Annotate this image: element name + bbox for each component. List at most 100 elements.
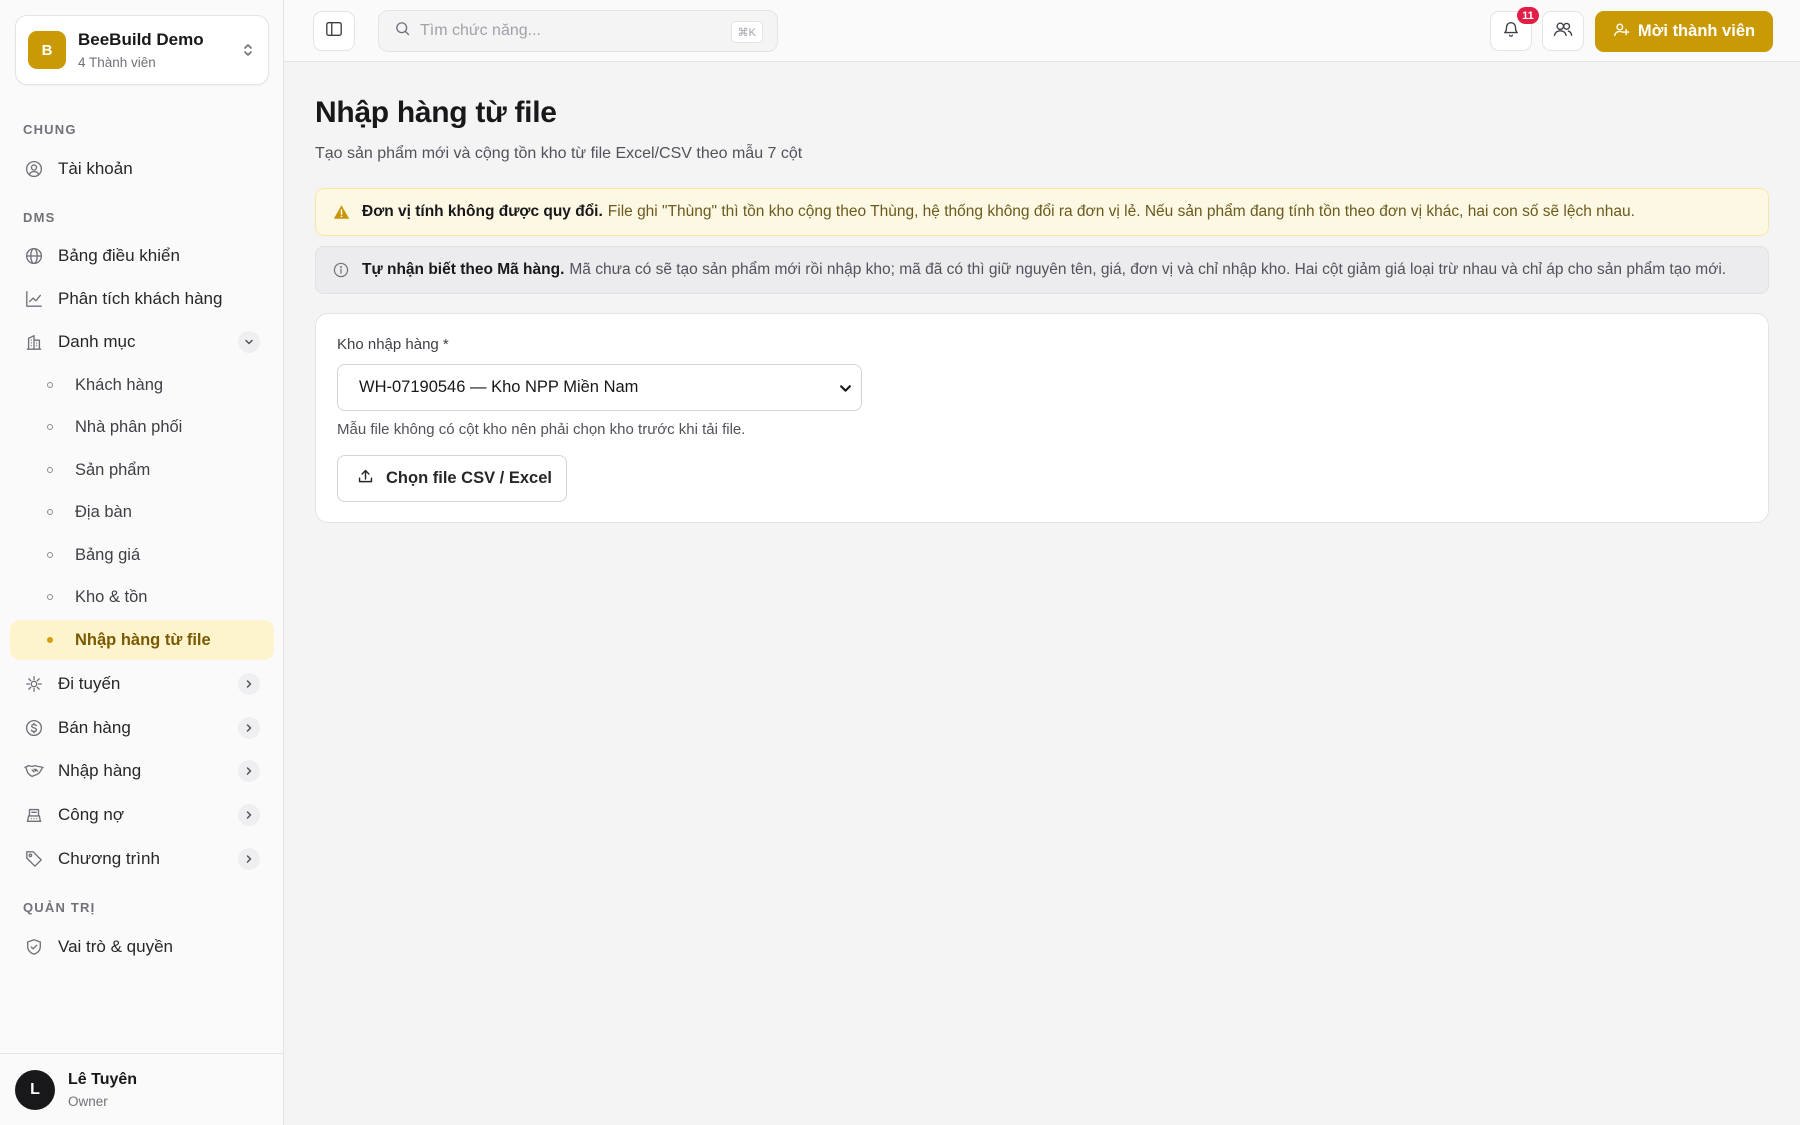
sidebar-item-label: Vai trò & quyền [58, 937, 173, 956]
sidebar-item-label: Danh mục [58, 332, 136, 351]
invite-button-label: Mời thành viên [1637, 22, 1756, 40]
alert-title: Đơn vị tính không được quy đổi. [362, 203, 603, 220]
user-name: Lê Tuyên [68, 1070, 138, 1088]
sidebar-item-label: Nhập hàng [58, 761, 142, 780]
sidebar-subitem-inventory[interactable]: Kho & tồn [10, 577, 274, 617]
upload-button-label: Chọn file CSV / Excel [386, 469, 552, 487]
sidebar-item-programs[interactable]: Chương trình [10, 839, 274, 879]
user-circle-icon [24, 159, 44, 179]
bullet-icon [47, 594, 53, 600]
page-subtitle: Tạo sản phẩm mới và cộng tồn kho từ file… [315, 145, 803, 162]
alert-text: File ghi "Thùng" thì tồn kho cộng theo T… [607, 203, 1635, 220]
chart-line-icon [24, 289, 44, 309]
workspace-switcher[interactable]: B BeeBuild Demo 4 Thành viên [15, 15, 269, 85]
chevron-right-icon[interactable] [238, 848, 260, 870]
sidebar-item-purchasing[interactable]: Nhập hàng [10, 751, 274, 791]
sidebar-item-dashboard[interactable]: Bảng điều khiển [10, 236, 274, 276]
notifications-button[interactable]: 11 [1490, 7, 1539, 51]
search-shortcut: ⌘K [730, 21, 763, 43]
sidebar-subitem-label: Bảng giá [75, 545, 141, 564]
page-title: Nhập hàng từ file [315, 96, 557, 129]
chevron-down-icon [837, 380, 853, 396]
bullet-icon [47, 637, 53, 643]
warehouse-hint: Mẫu file không có cột kho nên phải chọn … [337, 421, 746, 438]
sidebar-subitem-import-from-file[interactable]: Nhập hàng từ file [10, 620, 274, 660]
sidebar-panel-icon [325, 20, 343, 43]
import-form-card: Kho nhập hàng * WH-07190546 — Kho NPP Mi… [315, 313, 1769, 523]
sidebar-subitem-label: Kho & tồn [75, 587, 148, 606]
chevron-up-down-icon [240, 40, 256, 60]
search-input[interactable] [420, 22, 720, 40]
topbar: ⌘K 11 Mời thành viên [284, 0, 1800, 62]
sidebar-item-roles[interactable]: Vai trò & quyền [10, 927, 274, 967]
bullet-icon [47, 552, 53, 558]
sidebar-subitem-customers[interactable]: Khách hàng [10, 365, 274, 405]
sidebar-subitem-label: Nhà phân phối [75, 417, 183, 436]
sidebar-item-catalog[interactable]: Danh mục [10, 322, 274, 362]
sidebar-subitem-areas[interactable]: Địa bàn [10, 492, 274, 532]
building-icon [24, 332, 44, 352]
sidebar-subitem-label: Sản phẩm [75, 460, 151, 479]
section-label-dms: DMS [23, 210, 56, 225]
warehouse-selected-value: WH-07190546 — Kho NPP Miền Nam [359, 378, 639, 396]
sidebar-item-account[interactable]: Tài khoản [10, 149, 274, 189]
unit-warning-alert: Đơn vị tính không được quy đổi. File ghi… [315, 188, 1769, 236]
avatar: L [15, 1069, 55, 1110]
users-icon [1552, 20, 1574, 43]
warehouse-select[interactable]: WH-07190546 — Kho NPP Miền Nam [337, 364, 862, 411]
chevron-right-icon[interactable] [238, 760, 260, 782]
workspace-members: 4 Thành viên [78, 55, 156, 70]
chevron-right-icon[interactable] [238, 717, 260, 739]
sidebar-subitem-price-list[interactable]: Bảng giá [10, 535, 274, 575]
invite-member-button[interactable]: Mời thành viên [1595, 11, 1773, 52]
handshake-icon [24, 761, 44, 781]
search-box[interactable]: ⌘K [378, 10, 778, 52]
route-icon [24, 674, 44, 694]
chevron-right-icon[interactable] [238, 804, 260, 826]
register-icon [24, 805, 44, 825]
sidebar-subitem-label: Nhập hàng từ file [75, 630, 211, 649]
globe-icon [24, 246, 44, 266]
sidebar-toggle-button[interactable] [313, 11, 355, 51]
sidebar-subitem-label: Khách hàng [75, 375, 164, 394]
sidebar-item-routing[interactable]: Đi tuyến [10, 664, 274, 704]
sidebar-item-label: Đi tuyến [58, 674, 121, 693]
sidebar-subitem-distributors[interactable]: Nhà phân phối [10, 407, 274, 447]
sidebar-item-debt[interactable]: Công nợ [10, 795, 274, 835]
user-role: Owner [68, 1093, 108, 1109]
alert-text: Mã chưa có sẽ tạo sản phẩm mới rồi nhập … [569, 261, 1727, 278]
sidebar-item-label: Bảng điều khiển [58, 246, 180, 265]
sidebar-item-label: Công nợ [58, 805, 124, 824]
alert-title: Tự nhận biết theo Mã hàng. [362, 261, 565, 278]
notification-badge: 11 [1517, 7, 1539, 24]
chevron-right-icon[interactable] [238, 673, 260, 695]
shield-check-icon [24, 937, 44, 957]
dollar-circle-icon [24, 718, 44, 738]
upload-file-button[interactable]: Chọn file CSV / Excel [337, 455, 567, 502]
sidebar-item-label: Tài khoản [58, 159, 133, 178]
user-plus-icon [1613, 21, 1630, 43]
info-circle-icon [332, 261, 350, 279]
tag-icon [24, 849, 44, 869]
bell-icon [1502, 20, 1520, 43]
user-menu[interactable]: L Lê Tuyên Owner [0, 1053, 284, 1125]
warning-triangle-icon [332, 203, 350, 221]
auto-detect-info-alert: Tự nhận biết theo Mã hàng. Mã chưa có sẽ… [315, 246, 1769, 294]
members-button[interactable] [1542, 11, 1584, 51]
upload-icon [357, 468, 374, 490]
sidebar-subitem-products[interactable]: Sản phẩm [10, 450, 274, 490]
bullet-icon [47, 424, 53, 430]
sidebar: B BeeBuild Demo 4 Thành viên CHUNG Tài k… [0, 0, 284, 1125]
sidebar-item-customer-analysis[interactable]: Phân tích khách hàng [10, 279, 274, 319]
bullet-icon [47, 467, 53, 473]
sidebar-item-sales[interactable]: Bán hàng [10, 708, 274, 748]
sidebar-item-label: Chương trình [58, 849, 160, 868]
warehouse-field-label: Kho nhập hàng * [337, 336, 449, 353]
sidebar-item-label: Bán hàng [58, 718, 131, 737]
bullet-icon [47, 509, 53, 515]
sidebar-subitem-label: Địa bàn [75, 502, 132, 521]
sidebar-item-label: Phân tích khách hàng [58, 289, 223, 308]
section-label-general: CHUNG [23, 122, 77, 137]
bullet-icon [47, 382, 53, 388]
chevron-down-icon[interactable] [238, 331, 260, 353]
